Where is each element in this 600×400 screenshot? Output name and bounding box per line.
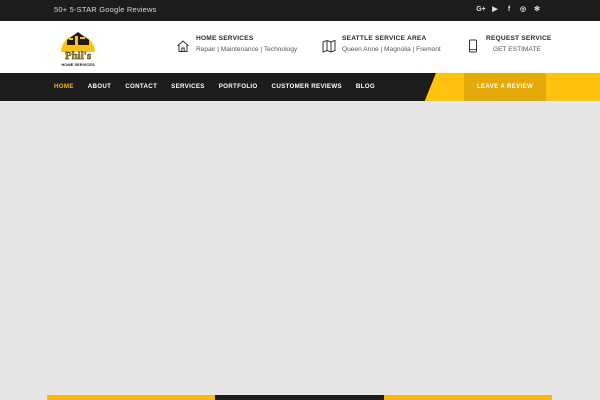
instagram-icon[interactable]: ◎ (516, 4, 530, 16)
phils-home-services-logo[interactable]: Phil's HOME SERVICES (55, 26, 101, 68)
service-area-subtitle: Queen Anne | Magnolia | Fremont (342, 46, 441, 53)
svg-text:Phil's: Phil's (65, 50, 92, 62)
top-bar: 50+ 5-STAR Google Reviews G+ ▶ f ◎ ✻ (0, 0, 600, 21)
feature-box-3[interactable] (384, 395, 552, 400)
phone-icon (469, 39, 477, 53)
svg-text:HOME SERVICES: HOME SERVICES (61, 62, 95, 67)
nav-item-services[interactable]: SERVICES (171, 83, 205, 90)
hero-area (0, 101, 600, 400)
youtube-icon[interactable]: ▶ (488, 4, 502, 16)
nav-menu: HOME ABOUT CONTACT SERVICES PORTFOLIO CU… (54, 83, 389, 90)
site-header: Phil's HOME SERVICES HOME SERVICES Repai… (0, 21, 600, 73)
home-services-subtitle: Repair | Maintenance | Technology (196, 46, 298, 53)
service-area-title: SEATTLE SERVICE AREA (342, 35, 427, 42)
feature-box-2[interactable] (215, 395, 384, 400)
google-plus-icon[interactable]: G+ (474, 4, 488, 16)
social-links: G+ ▶ f ◎ ✻ (474, 4, 544, 16)
leave-a-review-button[interactable]: LEAVE A REVIEW (464, 73, 546, 101)
nav-item-blog[interactable]: BLOG (356, 83, 375, 90)
feature-box-1[interactable] (47, 395, 215, 400)
yelp-icon[interactable]: ✻ (530, 4, 544, 16)
request-service-title[interactable]: REQUEST SERVICE (486, 35, 552, 42)
nav-item-home[interactable]: HOME (54, 83, 74, 90)
house-icon (177, 40, 189, 52)
home-services-title: HOME SERVICES (196, 35, 254, 42)
get-estimate-link[interactable]: GET ESTIMATE (493, 46, 541, 53)
nav-item-about[interactable]: ABOUT (88, 83, 112, 90)
nav-item-portfolio[interactable]: PORTFOLIO (219, 83, 258, 90)
nav-item-contact[interactable]: CONTACT (125, 83, 157, 90)
map-icon (322, 39, 336, 53)
facebook-icon[interactable]: f (502, 4, 516, 16)
google-reviews-text[interactable]: 50+ 5-STAR Google Reviews (54, 5, 157, 14)
nav-item-customer-reviews[interactable]: CUSTOMER REVIEWS (272, 83, 342, 90)
